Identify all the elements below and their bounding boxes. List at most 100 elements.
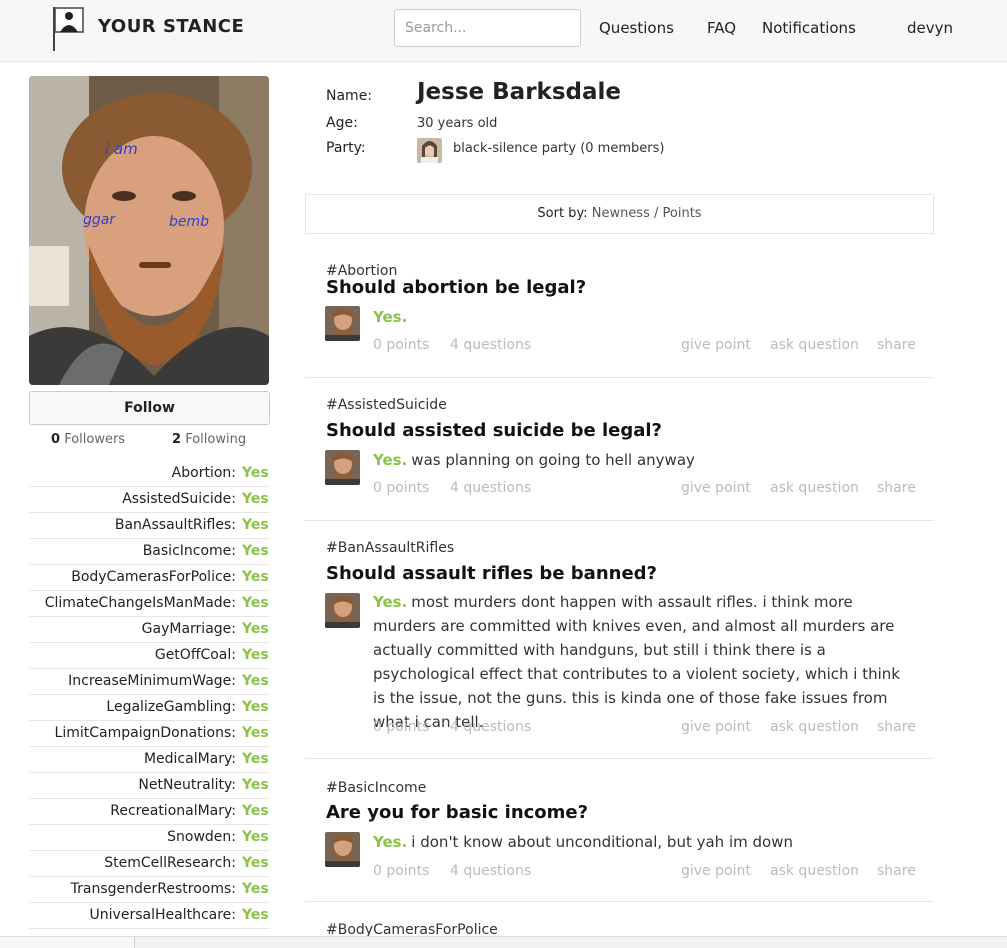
- share-link[interactable]: share: [877, 719, 916, 735]
- stance-row[interactable]: ClimateChangeIsManMade: Yes: [29, 591, 270, 617]
- nav-notifications[interactable]: Notifications: [762, 19, 856, 37]
- give-point-link[interactable]: give point: [681, 863, 751, 879]
- sort-points[interactable]: Points: [663, 206, 702, 221]
- stance-row[interactable]: MedicalMary: Yes: [29, 747, 270, 773]
- ask-question-link[interactable]: ask question: [770, 480, 859, 496]
- followers-count[interactable]: 0 Followers: [51, 432, 125, 447]
- points-count[interactable]: 0 points: [373, 863, 429, 879]
- stance-row[interactable]: StemCellResearch: Yes: [29, 851, 270, 877]
- avatar-image: [325, 593, 360, 628]
- ask-question-link[interactable]: ask question: [770, 719, 859, 735]
- stance-row[interactable]: BasicIncome: Yes: [29, 539, 270, 565]
- stance-row[interactable]: LegalizeGambling: Yes: [29, 695, 270, 721]
- stance-row[interactable]: UniversalHealthcare: Yes: [29, 903, 270, 929]
- stance-topic: BasicIncome:: [142, 543, 236, 559]
- share-link[interactable]: share: [877, 863, 916, 879]
- flag-logo-icon[interactable]: [52, 6, 86, 52]
- scrollbar-thumb[interactable]: [0, 937, 135, 948]
- give-point-link[interactable]: give point: [681, 719, 751, 735]
- ask-question-link[interactable]: ask question: [770, 337, 859, 353]
- ask-question-link[interactable]: ask question: [770, 863, 859, 879]
- sort-separator: /: [654, 206, 659, 221]
- stance-topic: StemCellResearch:: [104, 855, 236, 871]
- nav-user-menu[interactable]: devyn: [907, 19, 953, 37]
- post-author-avatar[interactable]: [325, 306, 360, 341]
- stance-value: Yes: [242, 803, 269, 819]
- stance-row[interactable]: GayMarriage: Yes: [29, 617, 270, 643]
- avatar-image: [325, 832, 360, 867]
- post-question[interactable]: Should assisted suicide be legal?: [326, 420, 662, 441]
- stance-value: Yes: [242, 517, 269, 533]
- following-number: 2: [172, 432, 182, 447]
- stance-value: Yes: [242, 673, 269, 689]
- post-question[interactable]: Should abortion be legal?: [326, 277, 586, 298]
- party-label: Party:: [326, 140, 366, 156]
- stance-value: Yes: [242, 829, 269, 845]
- questions-count[interactable]: 4 questions: [450, 863, 531, 879]
- post-author-avatar[interactable]: [325, 450, 360, 485]
- stance-row[interactable]: Abortion: Yes: [29, 461, 270, 487]
- post-author-avatar[interactable]: [325, 832, 360, 867]
- sort-newness[interactable]: Newness: [592, 206, 650, 221]
- post-tag[interactable]: #BanAssaultRifles: [326, 540, 454, 556]
- give-point-link[interactable]: give point: [681, 337, 751, 353]
- questions-count[interactable]: 4 questions: [450, 719, 531, 735]
- stance-value: Yes: [242, 777, 269, 793]
- stance-row[interactable]: IncreaseMinimumWage: Yes: [29, 669, 270, 695]
- questions-count[interactable]: 4 questions: [450, 337, 531, 353]
- horizontal-scrollbar[interactable]: [0, 936, 1007, 948]
- post-question[interactable]: Are you for basic income?: [326, 802, 588, 823]
- post-answer: Yes.: [373, 305, 913, 329]
- post-answer: Yes. i don't know about unconditional, bu…: [373, 830, 913, 854]
- answer-yes-label: Yes.: [373, 308, 408, 326]
- share-link[interactable]: share: [877, 480, 916, 496]
- give-point-link[interactable]: give point: [681, 480, 751, 496]
- answer-text: i don't know about unconditional, but ya…: [411, 833, 793, 851]
- post-tag[interactable]: #AssistedSuicide: [326, 397, 447, 413]
- questions-count[interactable]: 4 questions: [450, 480, 531, 496]
- points-count[interactable]: 0 points: [373, 719, 429, 735]
- party-link[interactable]: black-silence party (0 members): [453, 141, 664, 156]
- stance-row[interactable]: GetOffCoal: Yes: [29, 643, 270, 669]
- stance-row[interactable]: TransgenderRestrooms: Yes: [29, 877, 270, 903]
- stance-row[interactable]: AssistedSuicide: Yes: [29, 487, 270, 513]
- stance-topic: Snowden:: [167, 829, 236, 845]
- stance-row[interactable]: RecreationalMary: Yes: [29, 799, 270, 825]
- stance-row[interactable]: LimitCampaignDonations: Yes: [29, 721, 270, 747]
- stance-topic: LegalizeGambling:: [106, 699, 236, 715]
- stance-topic: NetNeutrality:: [138, 777, 236, 793]
- sort-bar: Sort by: Newness / Points: [305, 194, 934, 234]
- stance-value: Yes: [242, 699, 269, 715]
- stance-row[interactable]: NetNeutrality: Yes: [29, 773, 270, 799]
- stance-value: Yes: [242, 751, 269, 767]
- followers-label: Followers: [64, 432, 126, 447]
- points-count[interactable]: 0 points: [373, 480, 429, 496]
- avatar-image: [325, 306, 360, 341]
- stance-value: Yes: [242, 647, 269, 663]
- party-avatar[interactable]: [417, 138, 442, 163]
- answer-text: was planning on going to hell anyway: [411, 451, 695, 469]
- following-count[interactable]: 2 Following: [172, 432, 246, 447]
- follow-button[interactable]: Follow: [29, 391, 270, 425]
- stance-row[interactable]: Snowden: Yes: [29, 825, 270, 851]
- post-tag[interactable]: #BasicIncome: [326, 780, 426, 796]
- stance-row[interactable]: BodyCamerasForPolice: Yes: [29, 565, 270, 591]
- stance-topic: GayMarriage:: [141, 621, 236, 637]
- nav-questions[interactable]: Questions: [599, 19, 674, 37]
- share-link[interactable]: share: [877, 337, 916, 353]
- stance-row[interactable]: BanAssaultRifles: Yes: [29, 513, 270, 539]
- search-input[interactable]: [394, 9, 581, 47]
- name-label: Name:: [326, 88, 373, 104]
- stance-value: Yes: [242, 465, 269, 481]
- party-avatar-image: [417, 138, 442, 163]
- profile-photo: i am ggar bemb: [29, 76, 269, 385]
- points-count[interactable]: 0 points: [373, 337, 429, 353]
- followers-number: 0: [51, 432, 61, 447]
- profile-photo-image: i am ggar bemb: [29, 76, 269, 385]
- avatar-image: [325, 450, 360, 485]
- post-author-avatar[interactable]: [325, 593, 360, 628]
- nav-faq[interactable]: FAQ: [707, 19, 736, 37]
- site-logo-text[interactable]: YOUR STANCE: [98, 16, 244, 37]
- answer-yes-label: Yes.: [373, 593, 408, 611]
- post-question[interactable]: Should assault rifles be banned?: [326, 563, 657, 584]
